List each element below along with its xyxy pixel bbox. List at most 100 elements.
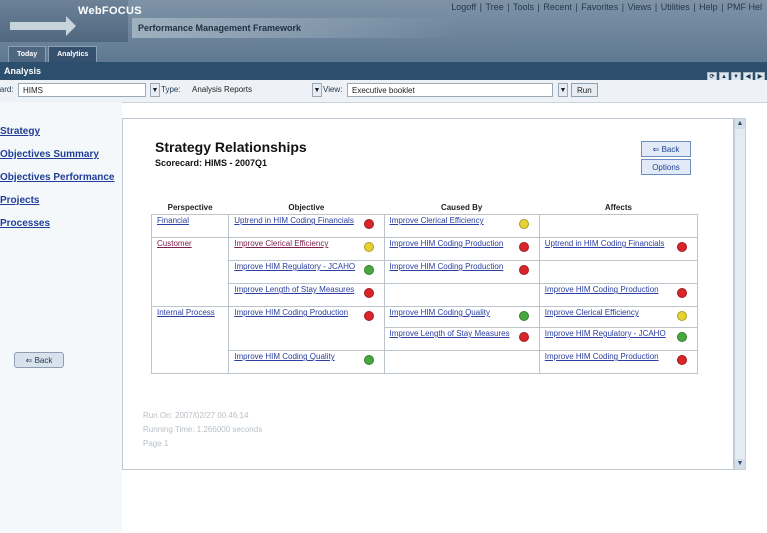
- objective-link[interactable]: Improve Clerical Efficiency: [234, 239, 328, 248]
- logo-area: WebFOCUS: [0, 0, 142, 42]
- objective-link[interactable]: Improve Length of Stay Measures: [234, 285, 354, 294]
- col-perspective: Perspective: [167, 203, 213, 212]
- status-red-icon: [518, 265, 529, 275]
- favorites-link[interactable]: Favorites: [581, 2, 618, 12]
- perspective-financial[interactable]: Financial: [157, 216, 189, 225]
- status-red-icon: [363, 311, 374, 321]
- status-yellow-icon: [677, 311, 687, 321]
- report-title: Strategy Relationships: [155, 139, 307, 155]
- utilities-link[interactable]: Utilities: [661, 2, 690, 12]
- nav-objectives-summary[interactable]: Objectives Summary: [0, 149, 99, 160]
- nav-projects[interactable]: Projects: [0, 195, 39, 206]
- status-red-icon: [363, 219, 374, 229]
- status-red-icon: [363, 288, 374, 298]
- framework-title: Performance Management Framework: [132, 18, 458, 38]
- objective-link[interactable]: Improve HIM Regulatory - JCAHO: [234, 262, 355, 271]
- view-label: View:: [323, 85, 343, 94]
- help-link[interactable]: Help: [699, 2, 718, 12]
- tab-analytics[interactable]: Analytics: [48, 46, 98, 63]
- page-number-text: Page 1: [143, 439, 169, 448]
- affects-link[interactable]: Improve HIM Coding Production: [545, 352, 659, 361]
- status-green-icon: [363, 355, 374, 365]
- report-back-arrow-icon: ⇐: [652, 145, 662, 154]
- type-dropdown-icon[interactable]: ▼: [150, 83, 160, 97]
- table-header: Perspective Objective Caused By Affects: [152, 201, 698, 215]
- relationships-table: Perspective Objective Caused By Affects …: [150, 201, 699, 374]
- objective-link[interactable]: Improve HIM Coding Quality: [234, 352, 334, 361]
- run-button[interactable]: Run: [571, 83, 598, 97]
- tab-today[interactable]: Today: [8, 46, 47, 63]
- main-tabs: Today Analytics: [8, 46, 99, 63]
- table-row: Internal Process Improve HIM Coding Prod…: [150, 306, 699, 374]
- status-yellow-icon: [363, 242, 374, 252]
- view-select[interactable]: Executive booklet: [347, 83, 553, 97]
- affects-link[interactable]: Uptrend in HIM Coding Financials: [545, 239, 665, 248]
- table-row: Financial Uptrend in HIM Coding Financia…: [150, 214, 699, 238]
- type-select[interactable]: Analysis Reports: [188, 83, 312, 97]
- sidebar: Strategy Objectives Summary Objectives P…: [0, 102, 122, 533]
- table-row: Improve HIM Regulatory - JCAHO Improve H…: [152, 260, 699, 284]
- analysis-title: Analysis: [4, 66, 42, 76]
- recent-link[interactable]: Recent: [543, 2, 572, 12]
- card-label: Card:: [0, 85, 14, 94]
- report-back-button[interactable]: ⇐ Back: [641, 141, 691, 157]
- status-red-icon: [518, 242, 529, 252]
- status-red-icon: [677, 288, 687, 298]
- top-header: WebFOCUS Performance Management Framewor…: [0, 0, 767, 63]
- top-links: Logoff | Tree | Tools | Recent | Favorit…: [451, 2, 762, 12]
- pmf-help-link[interactable]: PMF Hel: [727, 2, 762, 12]
- col-affects: Affects: [604, 203, 632, 212]
- filter-bar: Card: HIMS ▼ Type: Analysis Reports ▼ Vi…: [0, 80, 767, 103]
- nav-strategy[interactable]: Strategy: [0, 126, 40, 137]
- scroll-up-icon[interactable]: ▲: [735, 119, 745, 129]
- running-time-text: Running Time: 1.266000 seconds: [143, 425, 263, 434]
- status-red-icon: [677, 355, 687, 365]
- perspective-internal-process[interactable]: Internal Process: [157, 308, 215, 317]
- status-red-icon: [518, 332, 529, 342]
- table-row: Improve HIM Coding Quality Improve HIM C…: [152, 350, 699, 374]
- affects-link[interactable]: Improve Clerical Efficiency: [545, 308, 639, 317]
- caused-by-link[interactable]: Improve HIM Coding Production: [390, 239, 504, 248]
- analysis-bar: Analysis ⟳ ▲ ▼ ◀ ▶: [0, 62, 767, 82]
- caused-by-link[interactable]: Improve HIM Coding Production: [390, 262, 504, 271]
- type-label: Type:: [161, 85, 181, 94]
- caused-by-link[interactable]: Improve HIM Coding Quality: [390, 308, 490, 317]
- caused-by-link[interactable]: Improve Clerical Efficiency: [390, 216, 484, 225]
- status-red-icon: [677, 242, 687, 252]
- back-arrow-icon: ⇐: [25, 356, 35, 365]
- views-link[interactable]: Views: [628, 2, 652, 12]
- report-panel: Strategy Relationships Scorecard: HIMS -…: [122, 118, 734, 470]
- table-row: Improve Length of Stay Measures Improve …: [152, 283, 699, 307]
- caused-by-link[interactable]: Improve Length of Stay Measures: [390, 329, 510, 338]
- status-green-icon: [677, 332, 687, 342]
- sidebar-back-label: Back: [34, 356, 53, 365]
- status-green-icon: [363, 265, 374, 275]
- report-back-label: Back: [661, 145, 680, 154]
- report-scrollbar[interactable]: ▲ ▼: [734, 118, 746, 470]
- report-subtitle: Scorecard: HIMS - 2007Q1: [155, 158, 268, 168]
- run-dropdown-icon[interactable]: ▼: [558, 83, 568, 97]
- table-row: Customer Improve Clerical Efficiency Imp…: [150, 237, 699, 307]
- nav-objectives-performance[interactable]: Objectives Performance: [0, 172, 115, 183]
- status-green-icon: [518, 311, 529, 321]
- affects-link[interactable]: Improve HIM Coding Production: [545, 285, 659, 294]
- objective-link[interactable]: Uptrend in HIM Coding Financials: [234, 216, 354, 225]
- run-on-text: Run On: 2007/02/27 00.46.14: [143, 411, 249, 420]
- card-select[interactable]: HIMS: [18, 83, 146, 97]
- sidebar-back-button[interactable]: ⇐ Back: [14, 352, 64, 368]
- status-yellow-icon: [518, 219, 529, 229]
- tree-link[interactable]: Tree: [485, 2, 503, 12]
- tools-link[interactable]: Tools: [513, 2, 534, 12]
- options-button[interactable]: Options: [641, 159, 691, 175]
- view-dropdown-icon[interactable]: ▼: [312, 83, 322, 97]
- nav-processes[interactable]: Processes: [0, 218, 50, 229]
- col-objective: Objective: [288, 203, 325, 212]
- affects-link[interactable]: Improve HIM Regulatory - JCAHO: [545, 329, 666, 338]
- webfocus-logo: WebFOCUS: [78, 5, 142, 17]
- objective-link[interactable]: Improve HIM Coding Production: [234, 308, 348, 317]
- logoff-link[interactable]: Logoff: [451, 2, 476, 12]
- arrow-graphic-icon: [10, 16, 76, 36]
- scroll-down-icon[interactable]: ▼: [735, 459, 745, 469]
- perspective-customer[interactable]: Customer: [157, 239, 192, 248]
- report-metadata: Run On: 2007/02/27 00.46.14 Running Time…: [143, 409, 262, 451]
